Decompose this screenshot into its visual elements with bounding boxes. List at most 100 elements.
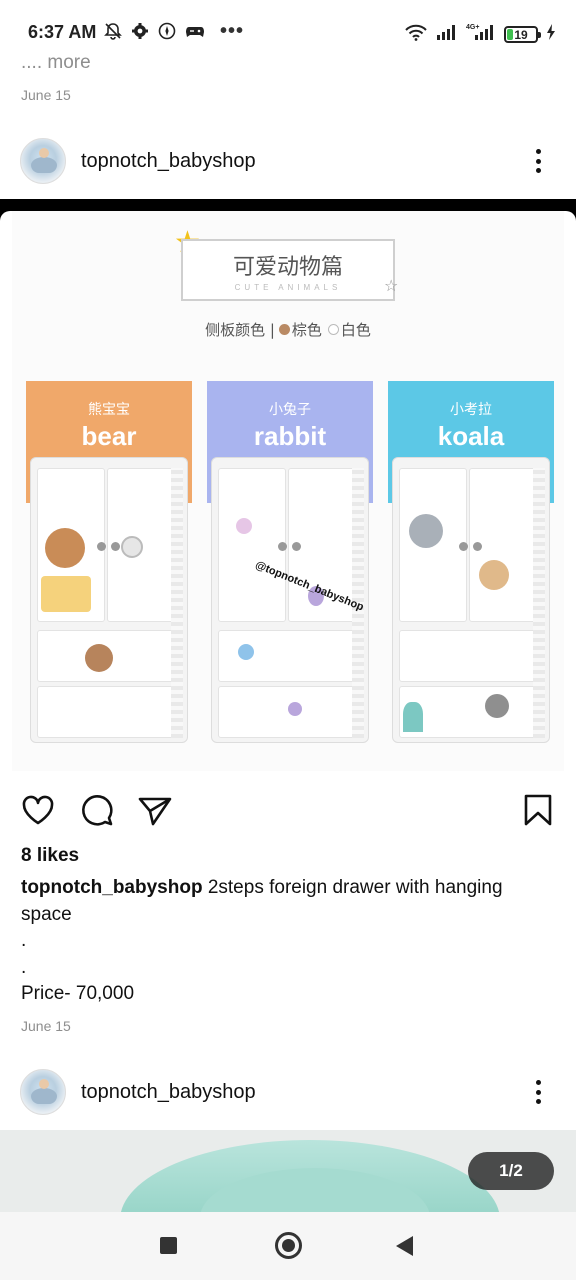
battery-level: 19: [514, 27, 528, 42]
dot-icon: [535, 168, 541, 173]
caption-price: Price- 70,000: [21, 983, 135, 1004]
caption-dot-line: .: [21, 957, 27, 978]
post-date: June 15: [21, 87, 71, 103]
cabinet-rabbit: 小兔子 rabbit: [207, 381, 373, 743]
send-icon: [137, 792, 173, 828]
comment-icon: [79, 792, 115, 828]
post-date: June 15: [21, 1018, 71, 1034]
bear-illustration: [85, 644, 113, 672]
svg-text:4G+: 4G+: [466, 24, 479, 31]
game-icon: [185, 22, 205, 40]
koala-illustration: [409, 514, 443, 548]
cabinet-body: [392, 457, 550, 743]
signal-icon: [436, 23, 458, 46]
squirrel-illustration: [479, 560, 509, 590]
dot-icon: [535, 158, 541, 164]
more-options-button[interactable]: [526, 1077, 550, 1107]
cabinet-cn-label: 熊宝宝: [88, 402, 130, 418]
avatar[interactable]: [20, 138, 66, 184]
charging-icon: [546, 23, 556, 46]
post-username[interactable]: topnotch_babyshop: [81, 150, 256, 173]
wifi-icon: [404, 23, 428, 46]
cabinet-side-panel: [533, 468, 545, 738]
dot-icon: [535, 1089, 541, 1095]
more-options-button[interactable]: [526, 146, 550, 176]
caption-dot-line: .: [21, 930, 27, 951]
cabinet-drawer: [37, 686, 183, 738]
knob: [278, 542, 287, 551]
knob: [292, 542, 301, 551]
color-swatch-brown: [278, 324, 290, 335]
star-outline-icon: ☆: [384, 278, 399, 295]
home-button[interactable]: [275, 1232, 302, 1259]
cabinet-body: [30, 457, 188, 743]
cabinet-en-label: koala: [437, 421, 505, 451]
cabinet-bear: 熊宝宝 bear: [26, 381, 192, 743]
post-caption: topnotch_babyshop 2steps foreign drawer …: [21, 874, 551, 928]
knob: [473, 542, 482, 551]
status-more-dots: •••: [220, 20, 245, 42]
like-button[interactable]: [20, 792, 56, 828]
product-image-card: ★ 可爱动物篇 CUTE ANIMALS ☆ 侧板颜色 |棕色白色 熊宝宝 be…: [0, 211, 576, 777]
settings-icon: [131, 22, 149, 40]
status-icons-left: •••: [104, 20, 245, 42]
caption-username[interactable]: topnotch_babyshop: [21, 877, 203, 898]
leaf-illustration: [403, 702, 423, 732]
mouse-illustration: [485, 694, 509, 718]
post-header: topnotch_babyshop: [0, 1062, 576, 1122]
color-white-label: 白色: [340, 321, 371, 339]
rabbit-illustration: [238, 644, 254, 660]
post-image[interactable]: 1/2: [0, 1130, 576, 1212]
cabinet-drawer: [399, 630, 545, 682]
dot-icon: [535, 1080, 541, 1085]
post-header: topnotch_babyshop: [0, 131, 576, 191]
status-icons-right: 4G+ 19: [404, 22, 556, 47]
compass-icon: [158, 22, 176, 40]
dot-icon: [535, 1099, 541, 1104]
crib-illustration: [41, 576, 91, 612]
image-title-cn: 可爱动物篇: [232, 255, 343, 280]
bear-illustration: [45, 528, 85, 568]
side-panel-colors: 侧板颜色 | 棕色 白色: [12, 319, 564, 340]
clock-illustration: [121, 536, 143, 558]
recent-apps-button[interactable]: [160, 1237, 177, 1254]
rabbit-illustration: [288, 702, 302, 716]
cabinet-en-label: rabbit: [253, 421, 327, 451]
heart-icon: [20, 792, 56, 828]
system-nav-bar: [0, 1212, 576, 1280]
bookmark-icon: [520, 792, 556, 828]
back-button[interactable]: [396, 1236, 413, 1256]
cabinet-en-label: bear: [81, 421, 137, 451]
mute-bell-icon: [104, 22, 122, 40]
cabinet-cn-label: 小兔子: [269, 402, 311, 418]
image-title-en: CUTE ANIMALS: [234, 283, 342, 292]
knob: [97, 542, 106, 551]
share-button[interactable]: [137, 792, 173, 828]
cabinet-door-left: [218, 468, 286, 622]
post-image[interactable]: ★ 可爱动物篇 CUTE ANIMALS ☆ 侧板颜色 |棕色白色 熊宝宝 be…: [0, 199, 576, 777]
post-actions: [0, 788, 576, 832]
product-image: ★ 可爱动物篇 CUTE ANIMALS ☆ 侧板颜色 |棕色白色 熊宝宝 be…: [12, 211, 564, 771]
cabinet-cn-label: 小考拉: [450, 402, 492, 418]
knob: [459, 542, 468, 551]
like-count[interactable]: 8 likes: [21, 845, 79, 867]
cabinet-side-panel: [171, 468, 183, 738]
status-bar: 6:37 AM ••• 4G+ 19: [0, 0, 576, 60]
post-username[interactable]: topnotch_babyshop: [81, 1081, 256, 1104]
caption-more-link[interactable]: .... more: [21, 52, 91, 74]
rabbit-illustration: [236, 518, 252, 534]
signal-4g-icon: 4G+: [466, 22, 496, 47]
color-swatch-white: [327, 324, 339, 335]
cabinet-koala: 小考拉 koala: [388, 381, 554, 743]
knob: [111, 542, 120, 551]
dot-icon: [535, 149, 541, 154]
avatar[interactable]: [20, 1069, 66, 1115]
status-time: 6:37 AM: [28, 22, 97, 42]
color-brown-label: 棕色: [291, 321, 322, 339]
battery-icon: 19: [504, 26, 541, 43]
carousel-page-indicator: 1/2: [468, 1152, 554, 1190]
comment-button[interactable]: [79, 792, 115, 828]
image-title-box: 可爱动物篇 CUTE ANIMALS: [181, 239, 395, 301]
side-colors-label: 侧板颜色 |: [205, 321, 275, 339]
save-button[interactable]: [520, 792, 556, 828]
